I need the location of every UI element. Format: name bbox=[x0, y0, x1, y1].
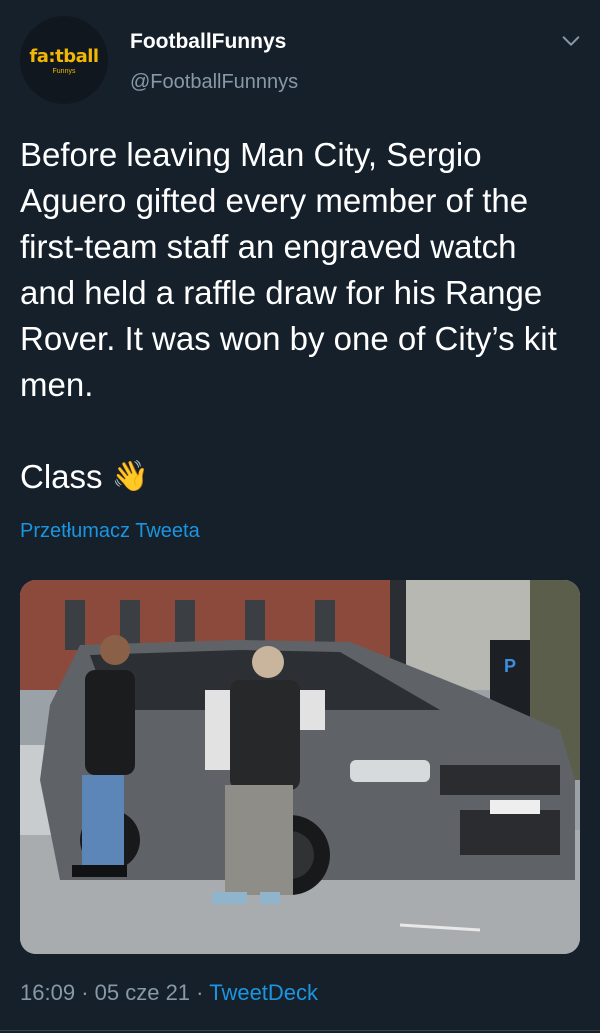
svg-text:P: P bbox=[504, 656, 516, 676]
tweet-text: Before leaving Man City, Sergio Aguero g… bbox=[20, 136, 557, 495]
waving-hand-icon: 👋 bbox=[111, 460, 150, 493]
translate-tweet-link[interactable]: Przetłumacz Tweeta bbox=[20, 520, 200, 543]
user-handle[interactable]: @FootballFunnnys bbox=[130, 71, 298, 94]
tweet-photo[interactable]: P bbox=[20, 580, 580, 954]
divider bbox=[0, 1030, 600, 1031]
tweet-body: Before leaving Man City, Sergio Aguero g… bbox=[20, 132, 580, 500]
tweet-meta: 16:09 · 05 cze 21 · TweetDeck bbox=[20, 980, 318, 1006]
tweet-photo-image: P bbox=[20, 580, 580, 954]
tweet-header: fa:tball Funnys FootballFunnys @Football… bbox=[0, 0, 600, 120]
chevron-down-icon[interactable] bbox=[560, 30, 582, 52]
meta-separator-2: · bbox=[196, 980, 204, 1005]
avatar-sub-text: Funnys bbox=[52, 68, 76, 75]
meta-separator: · bbox=[81, 980, 89, 1005]
tweet-source-link[interactable]: TweetDeck bbox=[209, 980, 318, 1005]
display-name[interactable]: FootballFunnys bbox=[130, 30, 286, 54]
tweet-time[interactable]: 16:09 bbox=[20, 980, 75, 1005]
avatar-brand-text: fa:tball bbox=[29, 46, 99, 67]
avatar[interactable]: fa:tball Funnys bbox=[20, 16, 108, 104]
tweet-date[interactable]: 05 cze 21 bbox=[95, 980, 190, 1005]
